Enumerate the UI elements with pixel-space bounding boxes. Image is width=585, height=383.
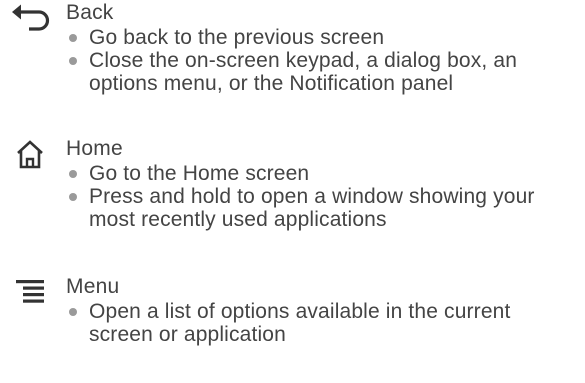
bullet-text: Go back to the previous screen (89, 26, 385, 49)
bullet-text: Press and hold to open a window showing … (89, 185, 535, 231)
list-item: Press and hold to open a window showing … (66, 185, 576, 231)
bullet-dot (69, 57, 77, 65)
home-bullet-list: Go to the Home screen Press and hold to … (66, 162, 576, 231)
back-bullet-list: Go back to the previous screen Close the… (66, 26, 576, 95)
list-item: Open a list of options available in the … (66, 300, 576, 346)
menu-title: Menu (66, 275, 120, 298)
home-icon (10, 138, 52, 170)
menu-bullet-list: Open a list of options available in the … (66, 300, 576, 346)
bullet-text: Close the on-screen keypad, a dialog box… (89, 49, 518, 95)
back-arrow-icon (10, 2, 52, 34)
bullet-dot (69, 170, 77, 178)
bullet-text: Go to the Home screen (89, 162, 310, 185)
list-item: Close the on-screen keypad, a dialog box… (66, 49, 576, 95)
menu-icon (10, 276, 52, 308)
bullet-text: Open a list of options available in the … (89, 300, 511, 346)
home-title: Home (66, 137, 123, 160)
bullet-dot (69, 34, 77, 42)
list-item: Go to the Home screen (66, 162, 576, 185)
bullet-dot (69, 193, 77, 201)
list-item: Go back to the previous screen (66, 26, 576, 49)
back-title: Back (66, 1, 114, 24)
bullet-dot (69, 308, 77, 316)
